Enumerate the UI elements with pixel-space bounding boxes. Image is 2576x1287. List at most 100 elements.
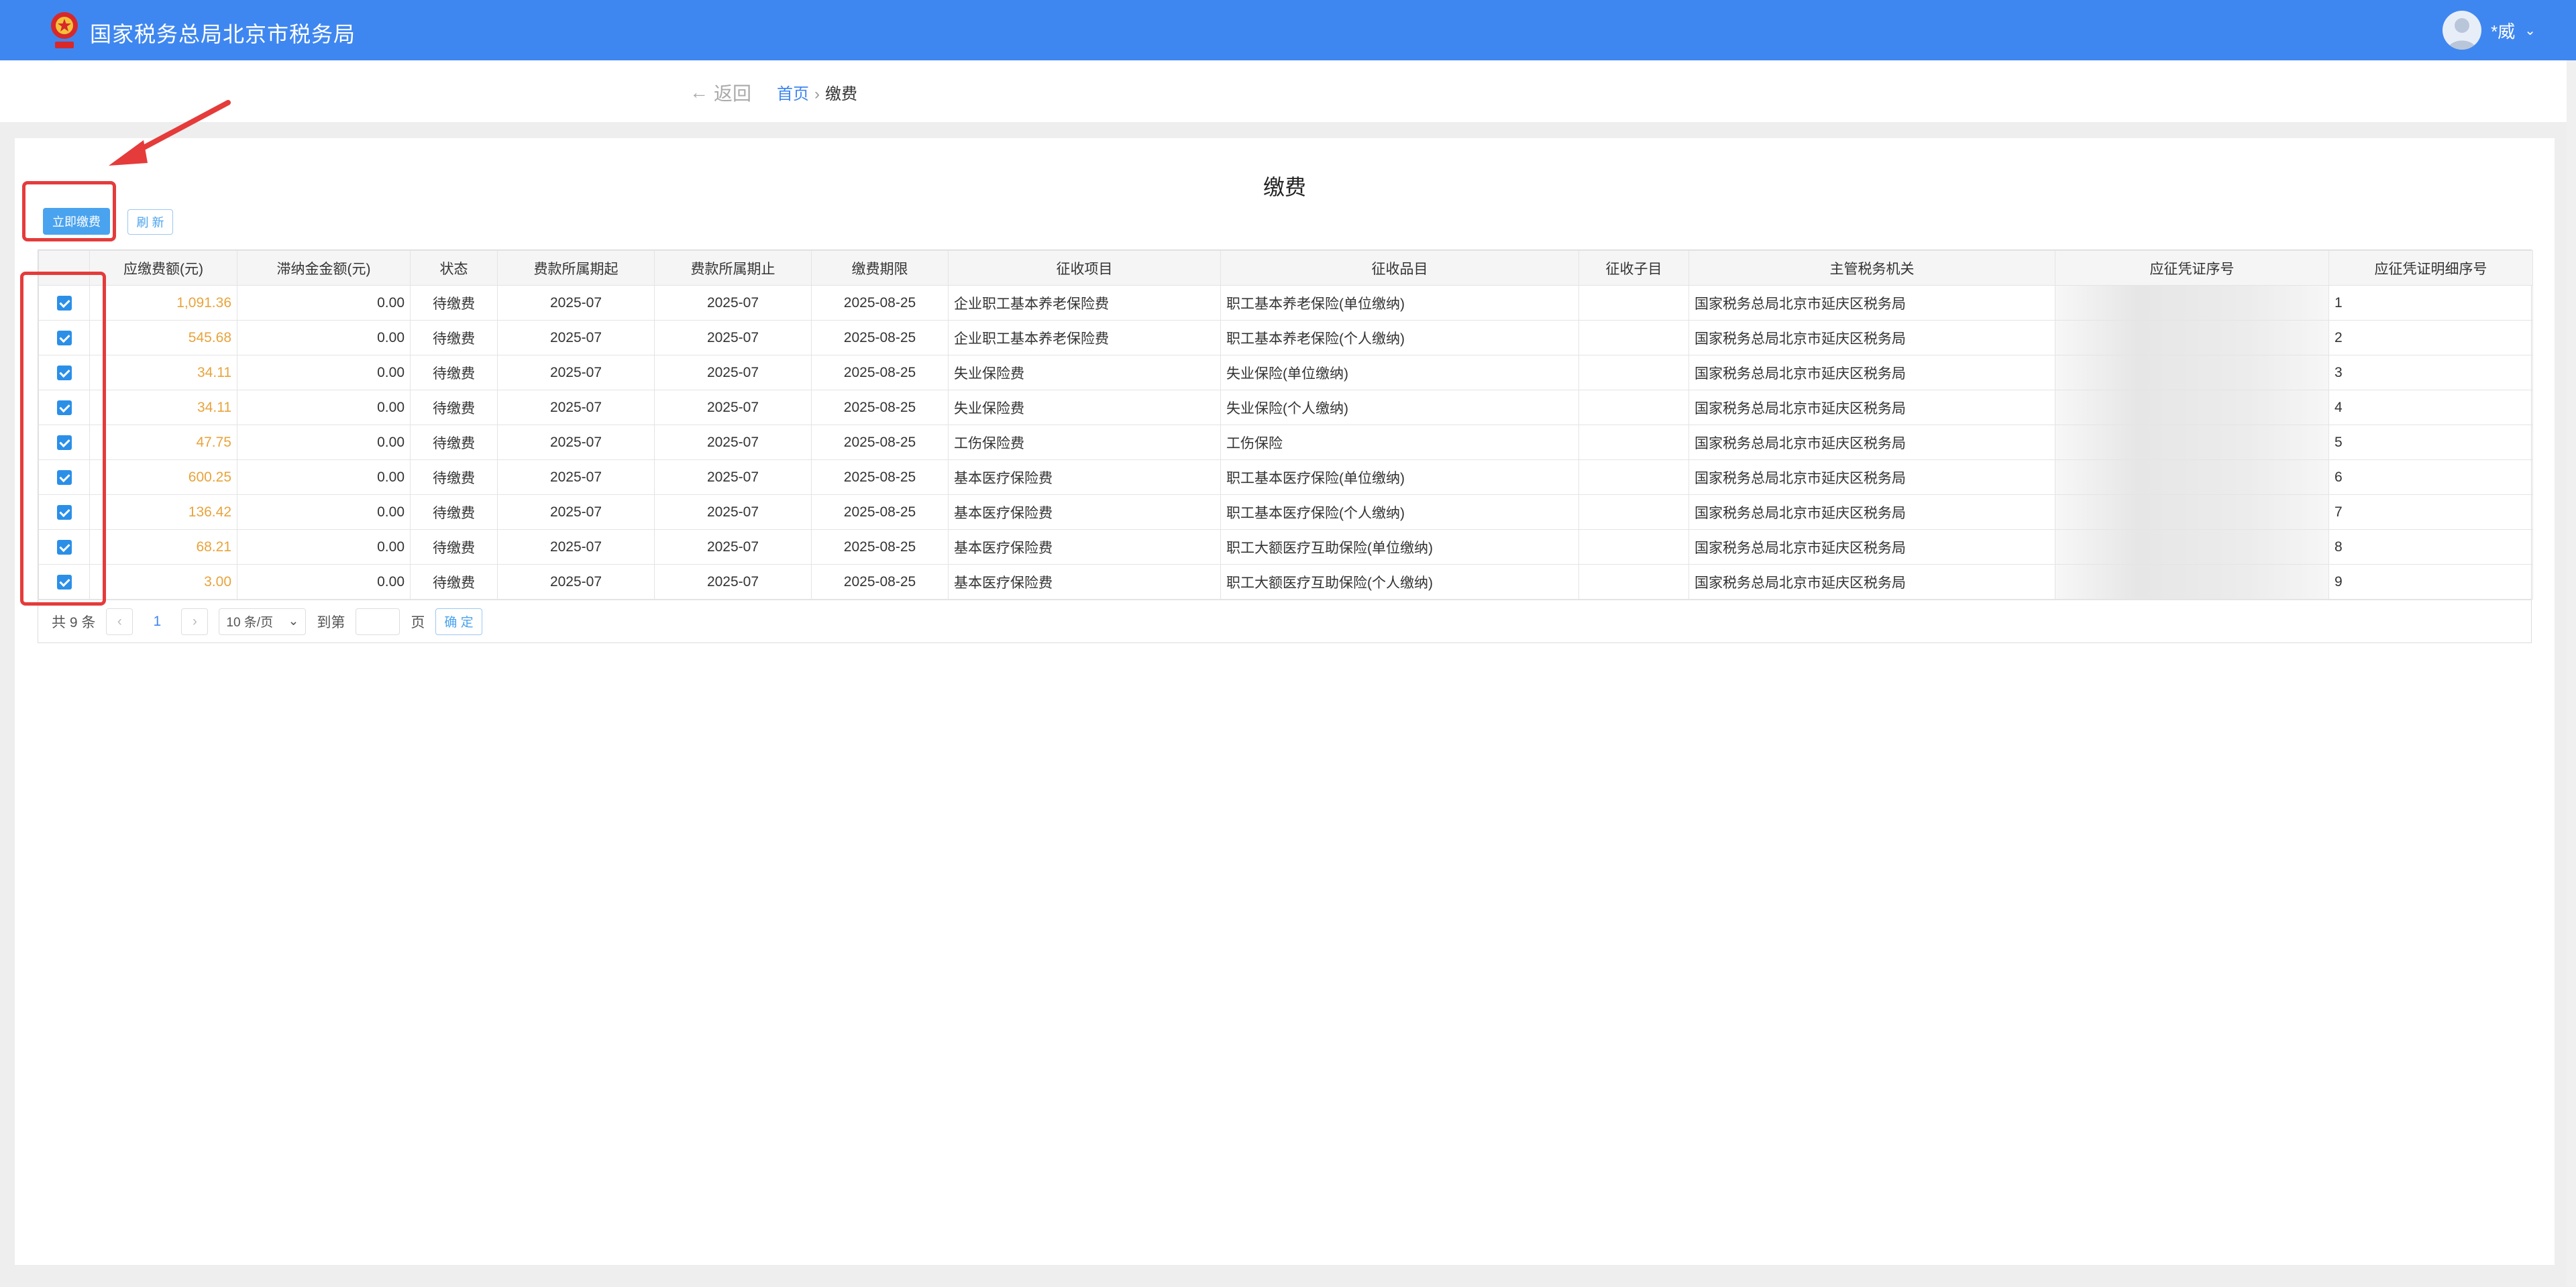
subitem-cell: 失业保险(个人缴纳)	[1220, 390, 1579, 425]
late-fee-cell: 0.00	[237, 459, 411, 495]
item-cell: 基本医疗保险费	[948, 494, 1221, 530]
period-end-cell: 2025-07	[654, 320, 812, 355]
goto-suffix: 页	[411, 614, 425, 630]
item-cell: 失业保险费	[948, 355, 1221, 390]
late-fee-cell: 0.00	[237, 285, 411, 321]
item-cell: 失业保险费	[948, 390, 1221, 425]
period-start-cell: 2025-07	[497, 494, 655, 530]
period-start-cell: 2025-07	[497, 390, 655, 425]
column-header: 主管税务机关	[1688, 250, 2055, 286]
subitem-cell: 失业保险(单位缴纳)	[1220, 355, 1579, 390]
late-fee-cell: 0.00	[237, 425, 411, 460]
item-cell: 基本医疗保险费	[948, 529, 1221, 565]
page-number[interactable]: 1	[144, 614, 170, 630]
page-size-select[interactable]: 10 条/页 ⌄	[219, 608, 307, 635]
amount-cell: 1,091.36	[89, 285, 237, 321]
subcategory-cell	[1578, 564, 1689, 600]
subitem-cell: 职工大额医疗互助保险(个人缴纳)	[1220, 564, 1579, 600]
sub-nav: ← 返回 首页 › 缴费	[0, 60, 2576, 122]
subcategory-cell	[1578, 494, 1689, 530]
deadline-cell: 2025-08-25	[811, 529, 949, 565]
tax-office-cell: 国家税务总局北京市延庆区税务局	[1688, 425, 2055, 460]
period-start-cell: 2025-07	[497, 459, 655, 495]
pagination: 共 9 条 ‹ 1 › 10 条/页 ⌄ 到第 页 确 定	[38, 600, 2531, 642]
amount-cell: 600.25	[89, 459, 237, 495]
prev-page-button[interactable]: ‹	[106, 608, 133, 635]
period-end-cell: 2025-07	[654, 355, 812, 390]
period-end-cell: 2025-07	[654, 459, 812, 495]
chevron-down-icon[interactable]: ⌄	[2524, 22, 2536, 39]
voucher-cell	[2055, 425, 2329, 460]
table-row: 136.42 0.00 待缴费 2025-07 2025-07 2025-08-25 基本医…	[38, 494, 2533, 530]
tax-office-cell: 国家税务总局北京市延庆区税务局	[1688, 355, 2055, 390]
item-cell: 企业职工基本养老保险费	[948, 320, 1221, 355]
deadline-cell: 2025-08-25	[811, 390, 949, 425]
chevron-left-icon: ‹	[117, 613, 122, 629]
subitem-cell: 职工基本医疗保险(个人缴纳)	[1220, 494, 1579, 530]
back-button[interactable]: ← 返回	[690, 79, 751, 106]
subitem-cell: 职工大额医疗互助保险(单位缴纳)	[1220, 529, 1579, 565]
subcategory-cell	[1578, 320, 1689, 355]
voucher-cell	[2055, 494, 2329, 530]
status-cell: 待缴费	[410, 529, 498, 565]
period-start-cell: 2025-07	[497, 425, 655, 460]
highlight-box-pay-button	[22, 181, 116, 241]
goto-prefix: 到第	[317, 614, 345, 630]
detail-no-cell: 4	[2328, 390, 2533, 425]
late-fee-cell: 0.00	[237, 320, 411, 355]
detail-no-cell: 6	[2328, 459, 2533, 495]
column-header: 费款所属期起	[497, 250, 655, 286]
avatar[interactable]	[2443, 11, 2482, 50]
period-end-cell: 2025-07	[654, 529, 812, 565]
tax-office-cell: 国家税务总局北京市延庆区税务局	[1688, 285, 2055, 321]
arrow-left-icon: ←	[690, 82, 708, 103]
item-cell: 基本医疗保险费	[948, 564, 1221, 600]
amount-cell: 545.68	[89, 320, 237, 355]
status-cell: 待缴费	[410, 564, 498, 600]
page-title: 缴费	[1263, 175, 1306, 199]
amount-cell: 3.00	[89, 564, 237, 600]
amount-cell: 34.11	[89, 355, 237, 390]
chevron-down-icon: ⌄	[288, 614, 299, 628]
tax-office-cell: 国家税务总局北京市延庆区税务局	[1688, 494, 2055, 530]
amount-cell: 47.75	[89, 425, 237, 460]
subitem-cell: 职工基本医疗保险(单位缴纳)	[1220, 459, 1579, 495]
table-header-row: 应缴费额(元) 滞纳金金额(元) 状态 费款所属期起 费款所属期止 缴费期限 征…	[38, 250, 2533, 286]
detail-no-cell: 3	[2328, 355, 2533, 390]
deadline-cell: 2025-08-25	[811, 285, 949, 321]
next-page-button[interactable]: ›	[181, 608, 209, 635]
goto-page-input[interactable]	[356, 608, 400, 635]
period-start-cell: 2025-07	[497, 355, 655, 390]
status-cell: 待缴费	[410, 320, 498, 355]
detail-no-cell: 2	[2328, 320, 2533, 355]
column-header: 应征凭证序号	[2055, 250, 2329, 286]
deadline-cell: 2025-08-25	[811, 564, 949, 600]
column-header: 征收项目	[948, 250, 1221, 286]
detail-no-cell: 8	[2328, 529, 2533, 565]
red-arrow-icon	[109, 100, 231, 166]
column-header: 征收品目	[1220, 250, 1579, 286]
breadcrumb-home[interactable]: 首页	[777, 85, 809, 103]
user-menu[interactable]: *威 ⌄	[2443, 11, 2536, 50]
user-name[interactable]: *威	[2491, 18, 2515, 43]
detail-no-cell: 9	[2328, 564, 2533, 600]
tax-office-cell: 国家税务总局北京市延庆区税务局	[1688, 390, 2055, 425]
refresh-button[interactable]: 刷 新	[127, 209, 173, 235]
column-header: 应缴费额(元)	[89, 250, 237, 286]
tax-emblem-icon	[51, 12, 78, 48]
status-cell: 待缴费	[410, 285, 498, 321]
column-header: 应征凭证明细序号	[2328, 250, 2533, 286]
highlight-box-checkboxes	[20, 272, 106, 606]
table-row: 34.11 0.00 待缴费 2025-07 2025-07 2025-08-25 失业保险…	[38, 390, 2533, 425]
period-end-cell: 2025-07	[654, 564, 812, 600]
voucher-cell	[2055, 320, 2329, 355]
page-scrollbar[interactable]	[2567, 60, 2576, 1287]
period-end-cell: 2025-07	[654, 390, 812, 425]
goto-confirm-button[interactable]: 确 定	[435, 608, 482, 635]
back-label: 返回	[714, 83, 752, 104]
site-title: 国家税务总局北京市税务局	[90, 22, 356, 46]
chevron-right-icon: ›	[192, 613, 197, 629]
subitem-cell: 职工基本养老保险(单位缴纳)	[1220, 285, 1579, 321]
detail-no-cell: 1	[2328, 285, 2533, 321]
late-fee-cell: 0.00	[237, 390, 411, 425]
